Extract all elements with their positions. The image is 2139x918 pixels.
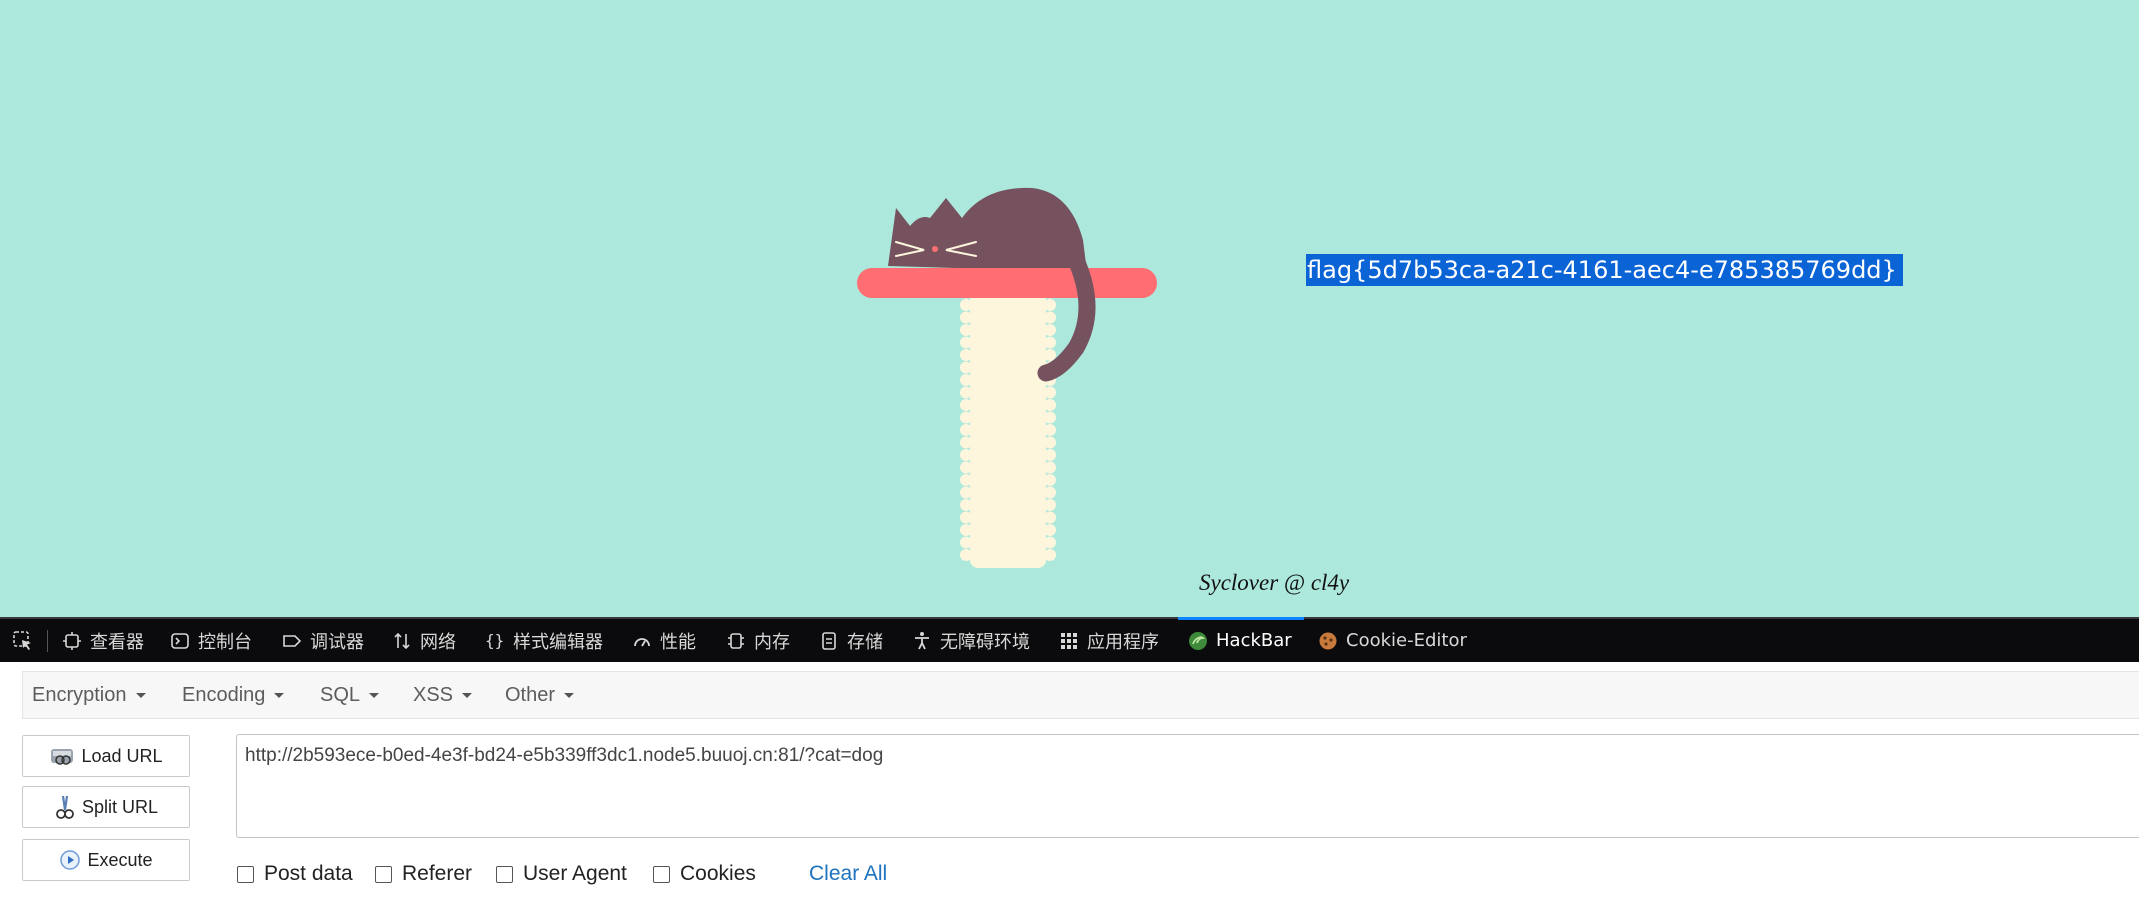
load-url-label: Load URL bbox=[81, 745, 163, 766]
devtools-tab-memory[interactable]: 内存 bbox=[726, 619, 790, 662]
storage-icon bbox=[822, 631, 836, 650]
caret-down-icon bbox=[274, 693, 285, 699]
devtools-tab-console[interactable]: 控制台 bbox=[170, 619, 252, 662]
split-url-button[interactable]: Split URL bbox=[22, 786, 190, 828]
network-icon bbox=[394, 632, 410, 649]
devtools-tab-label: 应用程序 bbox=[1087, 631, 1159, 653]
execute-label: Execute bbox=[87, 849, 153, 870]
execute-button[interactable]: Execute bbox=[22, 839, 190, 881]
devtools-tab-application[interactable]: 应用程序 bbox=[1059, 619, 1159, 662]
split-url-label: Split URL bbox=[81, 796, 159, 817]
user-agent-checkbox[interactable] bbox=[496, 865, 513, 883]
menu-encoding[interactable]: Encoding bbox=[182, 672, 285, 718]
cookies-label: Cookies bbox=[680, 862, 756, 885]
memory-icon bbox=[728, 632, 744, 649]
application-icon bbox=[1061, 632, 1077, 649]
element-picker-icon bbox=[13, 630, 31, 650]
devtools-tab-label: 控制台 bbox=[198, 631, 252, 653]
caret-down-icon bbox=[462, 693, 473, 699]
element-picker-button[interactable] bbox=[12, 619, 34, 662]
devtools-tab-label: 存储 bbox=[847, 631, 883, 653]
devtools-tab-label: HackBar bbox=[1216, 630, 1292, 651]
performance-icon bbox=[634, 637, 650, 646]
devtools-tab-accessibility[interactable]: 无障碍环境 bbox=[912, 619, 1030, 662]
devtools-tab-style-editor[interactable]: {} 样式编辑器 bbox=[485, 619, 603, 662]
style-editor-icon: {} bbox=[485, 631, 504, 650]
url-textarea[interactable]: http://2b593ece-b0ed-4e3f-bd24-e5b339ff3… bbox=[236, 734, 2139, 838]
devtools-tab-label: 内存 bbox=[754, 631, 790, 653]
toolbar-separator bbox=[47, 630, 48, 652]
user-agent-label: User Agent bbox=[523, 862, 627, 885]
load-url-icon bbox=[51, 749, 74, 765]
referer-label: Referer bbox=[402, 862, 473, 885]
load-url-button[interactable]: Load URL bbox=[22, 735, 190, 777]
svg-text:{}: {} bbox=[485, 631, 504, 650]
referer-option[interactable]: Referer bbox=[375, 862, 472, 886]
cat-illustration bbox=[857, 187, 1157, 568]
hackbar-icon bbox=[1189, 631, 1207, 650]
menu-encryption[interactable]: Encryption bbox=[32, 672, 146, 718]
devtools-tab-hackbar[interactable]: HackBar bbox=[1178, 617, 1304, 662]
post-data-option[interactable]: Post data bbox=[237, 862, 353, 886]
menu-other[interactable]: Other bbox=[505, 672, 575, 718]
caret-down-icon bbox=[369, 693, 380, 699]
credit-text: Syclover @ cl4y bbox=[1199, 570, 1350, 595]
devtools-tab-cookie-editor[interactable]: Cookie-Editor bbox=[1318, 619, 1467, 662]
debugger-icon bbox=[283, 634, 302, 647]
menu-encoding-label: Encoding bbox=[182, 684, 266, 706]
menu-xss[interactable]: XSS bbox=[413, 672, 473, 718]
accessibility-icon bbox=[915, 631, 929, 649]
devtools-tab-debugger[interactable]: 调试器 bbox=[282, 619, 364, 662]
menu-sql-label: SQL bbox=[320, 684, 361, 706]
devtools-toolbar: 查看器 控制台 调试器 网络 {} 样式编辑器 性能 内存 存储 无障碍环境 应用程序 HackBar… bbox=[0, 617, 2139, 662]
referer-checkbox[interactable] bbox=[375, 865, 392, 883]
caret-down-icon bbox=[564, 693, 575, 699]
cookies-checkbox[interactable] bbox=[653, 865, 670, 883]
devtools-tab-label: Cookie-Editor bbox=[1346, 630, 1467, 651]
caret-down-icon bbox=[135, 693, 146, 699]
menu-xss-label: XSS bbox=[413, 684, 454, 706]
web-page: flag{5d7b53ca-a21c-4161-aec4-e785385769d… bbox=[0, 0, 2139, 617]
menu-other-label: Other bbox=[505, 684, 556, 706]
user-agent-option[interactable]: User Agent bbox=[496, 862, 627, 886]
devtools-tab-label: 调试器 bbox=[310, 631, 364, 653]
devtools-tab-storage[interactable]: 存储 bbox=[819, 619, 883, 662]
clear-all-link[interactable]: Clear All bbox=[809, 862, 887, 886]
devtools-tab-label: 样式编辑器 bbox=[513, 631, 603, 653]
menu-sql[interactable]: SQL bbox=[320, 672, 380, 718]
inspector-icon bbox=[63, 631, 81, 650]
hackbar-menu-bar: Encryption Encoding SQL XSS Other bbox=[22, 671, 2139, 719]
devtools-tab-label: 性能 bbox=[660, 631, 696, 653]
post-data-checkbox[interactable] bbox=[237, 865, 254, 883]
devtools-tab-label: 查看器 bbox=[90, 631, 144, 653]
devtools-tab-performance[interactable]: 性能 bbox=[632, 619, 696, 662]
scissors-icon bbox=[56, 795, 74, 819]
devtools-tab-label: 网络 bbox=[420, 631, 456, 653]
post-data-label: Post data bbox=[264, 862, 353, 885]
console-icon bbox=[171, 632, 189, 649]
hackbar-panel: Encryption Encoding SQL XSS Other Load U… bbox=[0, 662, 2139, 918]
flag-text-selected: flag{5d7b53ca-a21c-4161-aec4-e785385769d… bbox=[1306, 254, 1903, 286]
devtools-tab-inspector[interactable]: 查看器 bbox=[62, 619, 144, 662]
play-icon bbox=[60, 850, 81, 870]
devtools-tab-label: 无障碍环境 bbox=[940, 631, 1030, 653]
cookie-icon bbox=[1319, 632, 1337, 649]
cookies-option[interactable]: Cookies bbox=[653, 862, 756, 886]
devtools-tab-network[interactable]: 网络 bbox=[392, 619, 456, 662]
menu-encryption-label: Encryption bbox=[32, 684, 127, 706]
